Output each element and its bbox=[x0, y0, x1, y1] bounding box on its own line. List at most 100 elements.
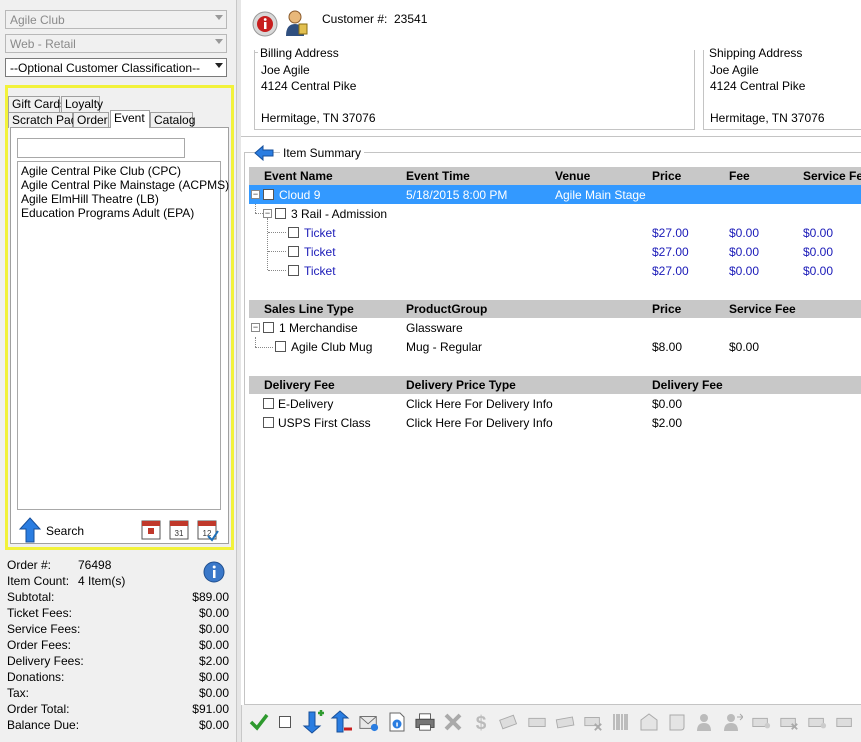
user-transfer-icon[interactable] bbox=[723, 712, 743, 732]
item-count-label: Item Count: bbox=[7, 574, 70, 588]
ticket-swap-icon[interactable] bbox=[499, 712, 519, 732]
move-down-add-icon[interactable] bbox=[301, 710, 325, 734]
row-checkbox[interactable] bbox=[288, 246, 299, 257]
tab-catalog[interactable]: Catalog bbox=[150, 112, 195, 128]
summary-row: Delivery Fees: $2.00 bbox=[7, 654, 229, 670]
col-price: Price bbox=[652, 169, 682, 183]
list-item[interactable]: Education Programs Adult (EPA) bbox=[21, 206, 217, 220]
select-all-checkbox-icon[interactable] bbox=[279, 716, 292, 729]
ticket-cancel-icon[interactable] bbox=[583, 712, 603, 732]
row-checkbox[interactable] bbox=[275, 341, 286, 352]
table-row[interactable]: Ticket $27.00 $0.00 $0.00 bbox=[249, 261, 861, 280]
row-checkbox[interactable] bbox=[263, 322, 274, 333]
back-arrow-icon[interactable] bbox=[254, 145, 274, 161]
ticket-exchange-icon[interactable] bbox=[555, 712, 575, 732]
ticket-service-fee: $0.00 bbox=[803, 226, 834, 240]
summary-value: $0.00 bbox=[198, 638, 229, 652]
table-row[interactable]: USPS First Class Click Here For Delivery… bbox=[249, 413, 861, 432]
row-checkbox[interactable] bbox=[263, 189, 274, 200]
customer-user-icon[interactable] bbox=[284, 9, 308, 37]
row-checkbox[interactable] bbox=[288, 265, 299, 276]
tab-gift-cards[interactable]: Gift Cards bbox=[8, 96, 66, 112]
ticket-service-fee: $0.00 bbox=[803, 264, 834, 278]
customer-info-icon[interactable] bbox=[252, 11, 278, 37]
scroll-icon[interactable] bbox=[667, 712, 687, 732]
table-row[interactable]: − 1 Merchandise Glassware bbox=[249, 318, 861, 337]
tree-line bbox=[255, 337, 256, 347]
table-row[interactable]: − Cloud 9 5/18/2015 8:00 PM Agile Main S… bbox=[249, 185, 861, 204]
ticket-void-icon[interactable] bbox=[779, 712, 799, 732]
item-count-value: 4 Item(s) bbox=[78, 574, 126, 588]
tab-loyalty[interactable]: Loyalty bbox=[61, 96, 103, 112]
ticket-more-icon[interactable] bbox=[835, 712, 855, 732]
calendar-day-icon[interactable] bbox=[141, 518, 161, 540]
tree-line bbox=[268, 270, 286, 271]
summary-value: $89.00 bbox=[192, 590, 229, 604]
list-item[interactable]: Agile ElmHill Theatre (LB) bbox=[21, 192, 217, 206]
summary-value: $0.00 bbox=[198, 670, 229, 684]
move-up-remove-icon[interactable] bbox=[329, 710, 353, 734]
info-icon[interactable] bbox=[203, 561, 225, 583]
tree-line bbox=[255, 347, 273, 348]
table-row[interactable]: Ticket $27.00 $0.00 $0.00 bbox=[249, 242, 861, 261]
customer-classification-dropdown[interactable]: --Optional Customer Classification-- bbox=[5, 58, 227, 77]
calendar-check-icon[interactable]: 12 bbox=[197, 518, 219, 542]
chevron-down-icon bbox=[215, 39, 223, 44]
tab-order[interactable]: Order bbox=[73, 112, 109, 128]
ticket-fee: $0.00 bbox=[729, 264, 760, 278]
event-search-input[interactable] bbox=[17, 138, 185, 158]
search-button[interactable]: Search bbox=[19, 517, 89, 543]
checkmark-icon[interactable] bbox=[249, 712, 269, 732]
email-icon[interactable] bbox=[359, 712, 379, 732]
row-checkbox[interactable] bbox=[263, 398, 274, 409]
collapse-icon[interactable]: − bbox=[263, 209, 272, 218]
billing-address-title: Billing Address bbox=[258, 46, 341, 60]
barcode-icon[interactable] bbox=[611, 712, 631, 732]
delivery-info-link[interactable]: Click Here For Delivery Info bbox=[406, 397, 553, 411]
ticket-reprint-icon[interactable] bbox=[807, 712, 827, 732]
summary-row: Subtotal: $89.00 bbox=[7, 590, 229, 606]
summary-label: Ticket Fees: bbox=[7, 606, 72, 620]
col-product-group: ProductGroup bbox=[406, 302, 488, 316]
billing-city: Hermitage, TN 37076 bbox=[261, 111, 376, 125]
list-item[interactable]: Agile Central Pike Club (CPC) bbox=[21, 164, 217, 178]
row-checkbox[interactable] bbox=[288, 227, 299, 238]
delete-icon[interactable] bbox=[443, 712, 463, 732]
table-row[interactable]: Agile Club Mug Mug - Regular $8.00 $0.00 bbox=[249, 337, 861, 356]
calendar-month-icon[interactable]: 31 bbox=[169, 518, 189, 540]
ticket-refund-icon[interactable] bbox=[751, 712, 771, 732]
list-item[interactable]: Agile Central Pike Mainstage (ACPMS) bbox=[21, 178, 229, 192]
row-checkbox[interactable] bbox=[263, 417, 274, 428]
classification-dropdown-value: --Optional Customer Classification-- bbox=[10, 61, 201, 75]
summary-row: Donations: $0.00 bbox=[7, 670, 229, 686]
group-dropdown[interactable]: Agile Club bbox=[5, 10, 227, 29]
row-checkbox[interactable] bbox=[275, 208, 286, 219]
ticket-icon[interactable] bbox=[527, 712, 547, 732]
delivery-info-link[interactable]: Click Here For Delivery Info bbox=[406, 416, 553, 430]
print-icon[interactable] bbox=[415, 712, 435, 732]
channel-dropdown[interactable]: Web - Retail bbox=[5, 34, 227, 53]
collapse-icon[interactable]: − bbox=[251, 323, 260, 332]
summary-row: Order Total: $91.00 bbox=[7, 702, 229, 718]
event-list[interactable]: Agile Central Pike Club (CPC) Agile Cent… bbox=[17, 161, 229, 510]
tab-scratch-pad[interactable]: Scratch Pad bbox=[8, 112, 77, 128]
document-info-icon[interactable] bbox=[387, 712, 407, 732]
summary-label: Delivery Fees: bbox=[7, 654, 84, 668]
payment-dollar-icon[interactable]: $ bbox=[471, 712, 491, 732]
envelope-open-icon[interactable] bbox=[639, 712, 659, 732]
merchandise-group: Glassware bbox=[406, 321, 463, 335]
tree-line bbox=[268, 232, 286, 233]
billing-street: 4124 Central Pike bbox=[261, 79, 357, 93]
col-delivery-price-type: Delivery Price Type bbox=[406, 378, 516, 392]
tree-line bbox=[267, 218, 268, 270]
summary-row: Balance Due: $0.00 bbox=[7, 718, 229, 734]
table-row[interactable]: E-Delivery Click Here For Delivery Info … bbox=[249, 394, 861, 413]
order-number-label: Order #: bbox=[7, 558, 52, 572]
user-icon[interactable] bbox=[695, 712, 715, 732]
tree-line bbox=[255, 213, 263, 214]
table-row[interactable]: Ticket $27.00 $0.00 $0.00 bbox=[249, 223, 861, 242]
tab-event[interactable]: Event bbox=[110, 110, 150, 128]
collapse-icon[interactable]: − bbox=[251, 190, 260, 199]
col-service-fee: Service Fe bbox=[803, 169, 861, 183]
table-row[interactable]: − 3 Rail - Admission bbox=[249, 204, 861, 223]
